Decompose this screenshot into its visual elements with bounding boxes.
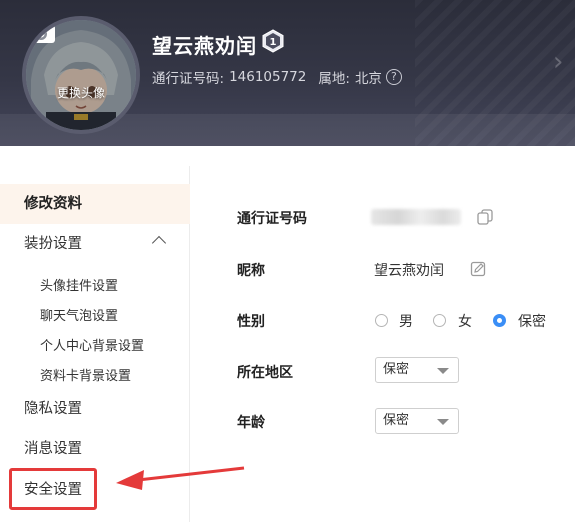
pass-id-masked-value [371,209,461,225]
region-select[interactable]: 保密 [375,357,459,383]
dropdown-caret-icon [437,368,449,374]
sidebar-item-avatar-pendant[interactable]: 头像挂件设置 [0,272,190,302]
nickname-value: 望云燕劝闰 [374,263,444,279]
gender-radio-secret[interactable] [493,314,506,327]
username: 望云燕劝闰 [152,34,257,58]
gender-radio-female[interactable] [433,314,446,327]
age-field-label: 年龄 [237,415,265,431]
security-highlight-box [9,468,97,510]
gender-option-secret: 保密 [518,314,546,330]
copy-icon[interactable] [477,209,493,225]
gender-radio-male[interactable] [375,314,388,327]
sidebar-item-edit-profile[interactable]: 修改资料 [0,184,190,224]
pass-id-value: 146105772 [229,69,307,85]
camera-icon [27,21,55,43]
sidebar-item-profile-background[interactable]: 个人中心背景设置 [0,332,190,362]
age-select[interactable]: 保密 [375,408,459,434]
sidebar-item-dressup-label: 装扮设置 [24,236,82,252]
avatar[interactable]: 更换头像 [22,16,140,134]
edit-icon[interactable] [470,261,486,277]
gender-option-female: 女 [458,314,472,330]
sidebar-item-privacy[interactable]: 隐私设置 [0,389,190,429]
nickname-field-label: 昵称 [237,263,265,279]
gender-field-label: 性别 [237,314,265,330]
level-number: 1 [270,37,277,48]
gender-option-male: 男 [399,314,413,330]
region-label: 属地: [318,71,350,87]
pass-id-label: 通行证号码: [152,71,225,87]
profile-form: 通行证号码 昵称 望云燕劝闰 性别 男 女 保密 所在地区 保密 年龄 保密 [191,166,575,522]
sidebar-item-card-background[interactable]: 资料卡背景设置 [0,362,190,392]
profile-meta: 通行证号码: 146105772 属地: 北京 ? [152,67,402,87]
sidebar-item-dressup[interactable]: 装扮设置 [0,224,190,264]
level-badge-icon: 1 [262,29,284,53]
region-value: 北京 [354,71,382,87]
chevron-up-icon [151,235,167,251]
region-field-label: 所在地区 [237,365,293,381]
help-icon[interactable]: ? [385,69,402,85]
age-select-value: 保密 [383,413,410,428]
dropdown-caret-icon [437,419,449,425]
change-avatar-label: 更换头像 [56,86,105,100]
region-select-value: 保密 [383,362,410,377]
expand-chevron-icon[interactable]: › [553,48,575,76]
sidebar-item-chat-bubble[interactable]: 聊天气泡设置 [0,302,190,332]
pass-id-field-label: 通行证号码 [237,211,307,227]
profile-header: › 更换头像 望云燕劝闰 1 通行证号码: 146105772 属地: 北京 ? [0,0,575,146]
